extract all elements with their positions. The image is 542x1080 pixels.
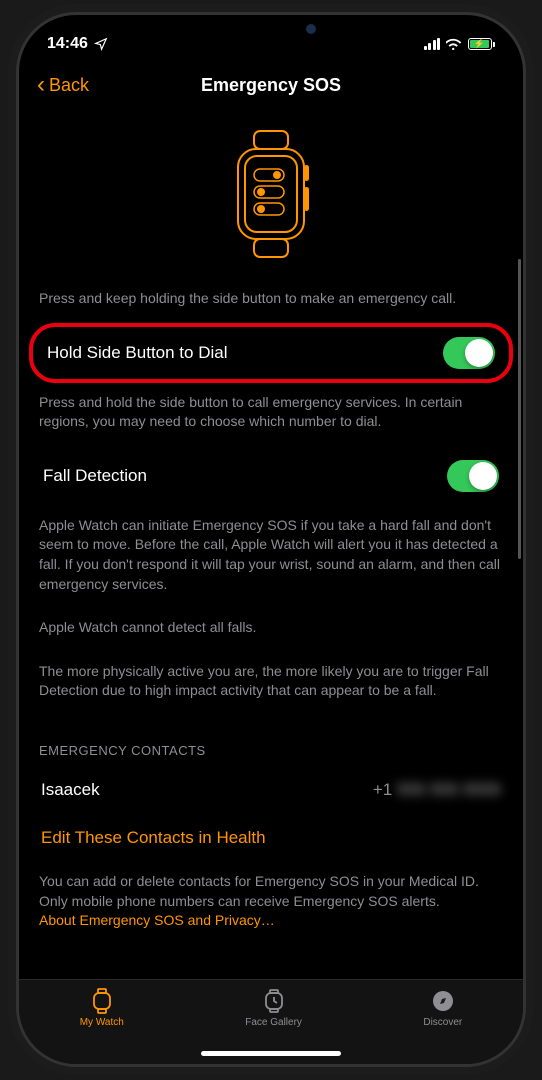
phone-frame: 14:46 ⚡ ‹ Back Emergency SOS <box>16 12 526 1067</box>
tab-bar: My Watch Face Gallery Discover <box>19 979 523 1064</box>
nav-bar: ‹ Back Emergency SOS <box>19 61 523 109</box>
notch <box>171 15 371 45</box>
emergency-contacts-header: EMERGENCY CONTACTS <box>37 715 505 766</box>
tab-label: My Watch <box>80 1017 124 1028</box>
fall-detection-desc-1: Apple Watch can initiate Emergency SOS i… <box>37 506 505 608</box>
tab-discover[interactable]: Discover <box>423 988 462 1064</box>
tab-label: Face Gallery <box>245 1017 302 1028</box>
chevron-left-icon: ‹ <box>37 73 45 97</box>
fall-detection-desc-2: Apple Watch cannot detect all falls. <box>37 608 505 652</box>
hold-side-button-toggle[interactable] <box>443 337 495 369</box>
watch-illustration <box>37 109 505 279</box>
scroll-indicator <box>518 259 521 559</box>
tab-label: Discover <box>423 1017 462 1028</box>
contact-phone: +1 555 555 5555 <box>373 780 501 800</box>
location-arrow-icon <box>94 37 108 51</box>
signal-icon <box>424 38 441 50</box>
hold-side-button-row[interactable]: Hold Side Button to Dial <box>29 323 513 383</box>
edit-contacts-link[interactable]: Edit These Contacts in Health <box>37 814 505 862</box>
tab-my-watch[interactable]: My Watch <box>80 988 124 1064</box>
contacts-desc: You can add or delete contacts for Emerg… <box>37 862 505 945</box>
face-gallery-icon <box>264 988 284 1014</box>
fall-detection-label: Fall Detection <box>43 466 147 486</box>
privacy-link[interactable]: About Emergency SOS and Privacy… <box>39 912 275 928</box>
hold-side-button-label: Hold Side Button to Dial <box>47 343 228 363</box>
fall-detection-desc-3: The more physically active you are, the … <box>37 652 505 715</box>
compass-icon <box>431 988 455 1014</box>
hold-side-button-desc: Press and hold the side button to call e… <box>37 383 505 446</box>
page-title: Emergency SOS <box>201 75 341 96</box>
intro-description: Press and keep holding the side button t… <box>37 279 505 323</box>
contact-name: Isaacek <box>41 780 100 800</box>
back-button[interactable]: ‹ Back <box>37 73 89 97</box>
watch-icon <box>91 988 113 1014</box>
back-label: Back <box>49 75 89 96</box>
contact-row[interactable]: Isaacek +1 555 555 5555 <box>37 766 505 814</box>
home-indicator[interactable] <box>201 1051 341 1056</box>
battery-icon: ⚡ <box>468 38 495 50</box>
fall-detection-row[interactable]: Fall Detection <box>37 446 505 506</box>
fall-detection-toggle[interactable] <box>447 460 499 492</box>
wifi-icon <box>446 38 462 50</box>
content-scroll[interactable]: Press and keep holding the side button t… <box>19 109 523 978</box>
status-time: 14:46 <box>47 35 88 53</box>
